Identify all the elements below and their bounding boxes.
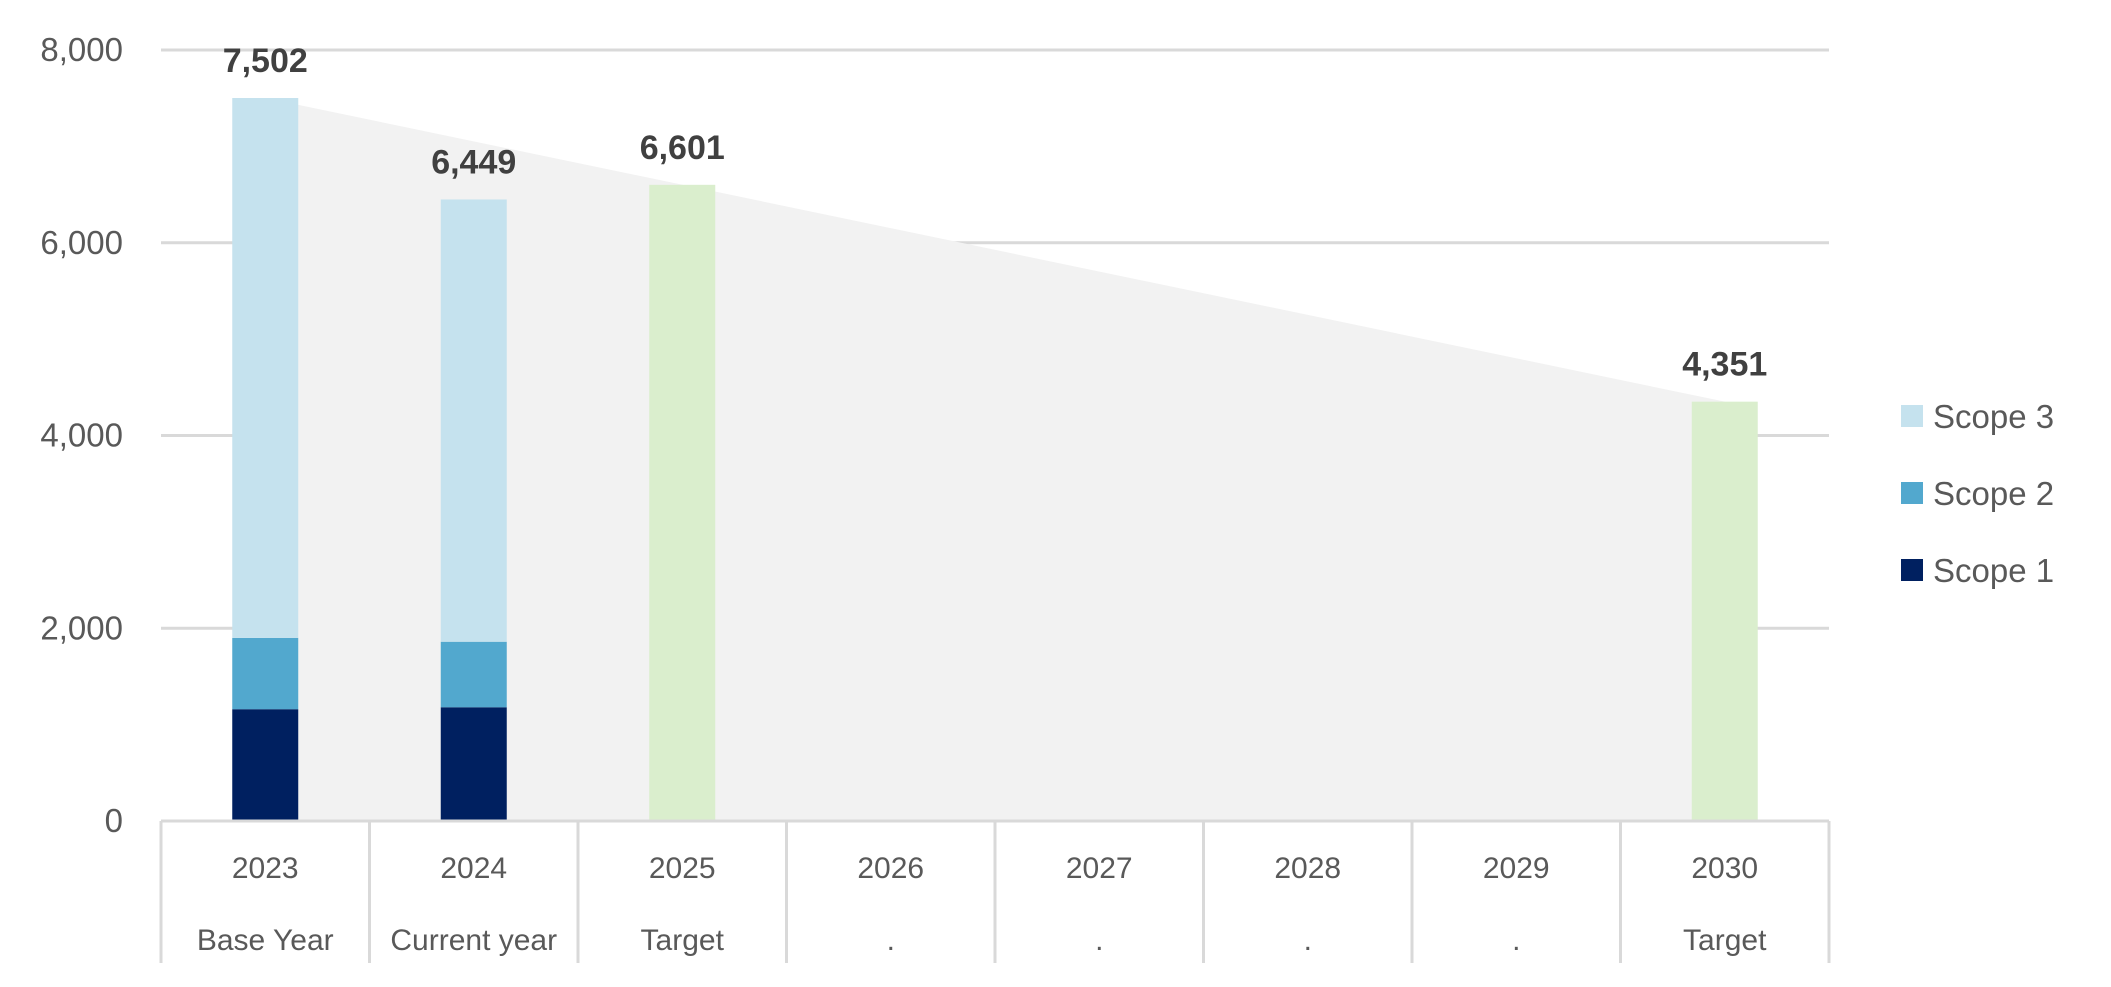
- x-tick-sublabel: .: [1304, 924, 1312, 957]
- y-tick-label: 2,000: [40, 609, 123, 646]
- legend-label: Scope 2: [1933, 475, 2054, 512]
- bar-scope-3-2024: [440, 199, 507, 642]
- legend-label: Scope 1: [1933, 552, 2054, 589]
- x-tick-label: 2026: [857, 852, 924, 885]
- x-tick-sublabel: Target: [1683, 924, 1767, 957]
- legend-swatch-scope-1: [1901, 559, 1923, 581]
- x-tick-label: 2025: [649, 852, 716, 885]
- x-tick-label: 2027: [1066, 852, 1133, 885]
- emissions-chart: 0 2,000 4,000 6,000 8,000 2023 Base Year 2024 C…: [40, 31, 2054, 963]
- x-tick-label: 2029: [1483, 852, 1550, 885]
- legend: Scope 3 Scope 2 Scope 1: [1901, 398, 2054, 589]
- x-axis: 2023 Base Year 2024 Current year 2025 Target 2…: [159, 819, 1831, 963]
- y-tick-label: 0: [105, 802, 123, 839]
- x-tick-sublabel: Base Year: [197, 924, 334, 957]
- legend-swatch-scope-2: [1901, 482, 1923, 504]
- y-tick-label: 6,000: [40, 224, 123, 261]
- data-label: 6,601: [640, 129, 725, 167]
- x-tick-label: 2023: [232, 852, 299, 885]
- x-tick-sublabel: .: [1095, 924, 1103, 957]
- x-tick-label: 2028: [1274, 852, 1341, 885]
- y-axis-ticks: 0 2,000 4,000 6,000 8,000: [40, 31, 123, 839]
- x-tick-sublabel: .: [1512, 924, 1520, 957]
- bar-scope-1-2023: [232, 709, 299, 821]
- x-tick-sublabel: Target: [641, 924, 725, 957]
- legend-swatch-scope-3: [1901, 405, 1923, 427]
- bar-target-2030: [1691, 401, 1758, 821]
- data-label: 7,502: [223, 42, 308, 80]
- legend-label: Scope 3: [1933, 398, 2054, 435]
- x-tick-sublabel: .: [887, 924, 895, 957]
- bar-target-2025: [649, 184, 716, 822]
- y-tick-label: 4,000: [40, 417, 123, 454]
- x-tick-label: 2024: [440, 852, 507, 885]
- x-tick-label: 2030: [1691, 852, 1758, 885]
- bar-scope-3-2023: [232, 97, 299, 638]
- bar-scope-2-2023: [232, 637, 299, 710]
- y-tick-label: 8,000: [40, 31, 123, 68]
- data-label: 4,351: [1682, 346, 1767, 384]
- bar-scope-1-2024: [440, 707, 507, 821]
- data-label: 6,449: [431, 143, 516, 181]
- bar-scope-2-2024: [440, 641, 507, 708]
- x-tick-sublabel: Current year: [390, 924, 557, 957]
